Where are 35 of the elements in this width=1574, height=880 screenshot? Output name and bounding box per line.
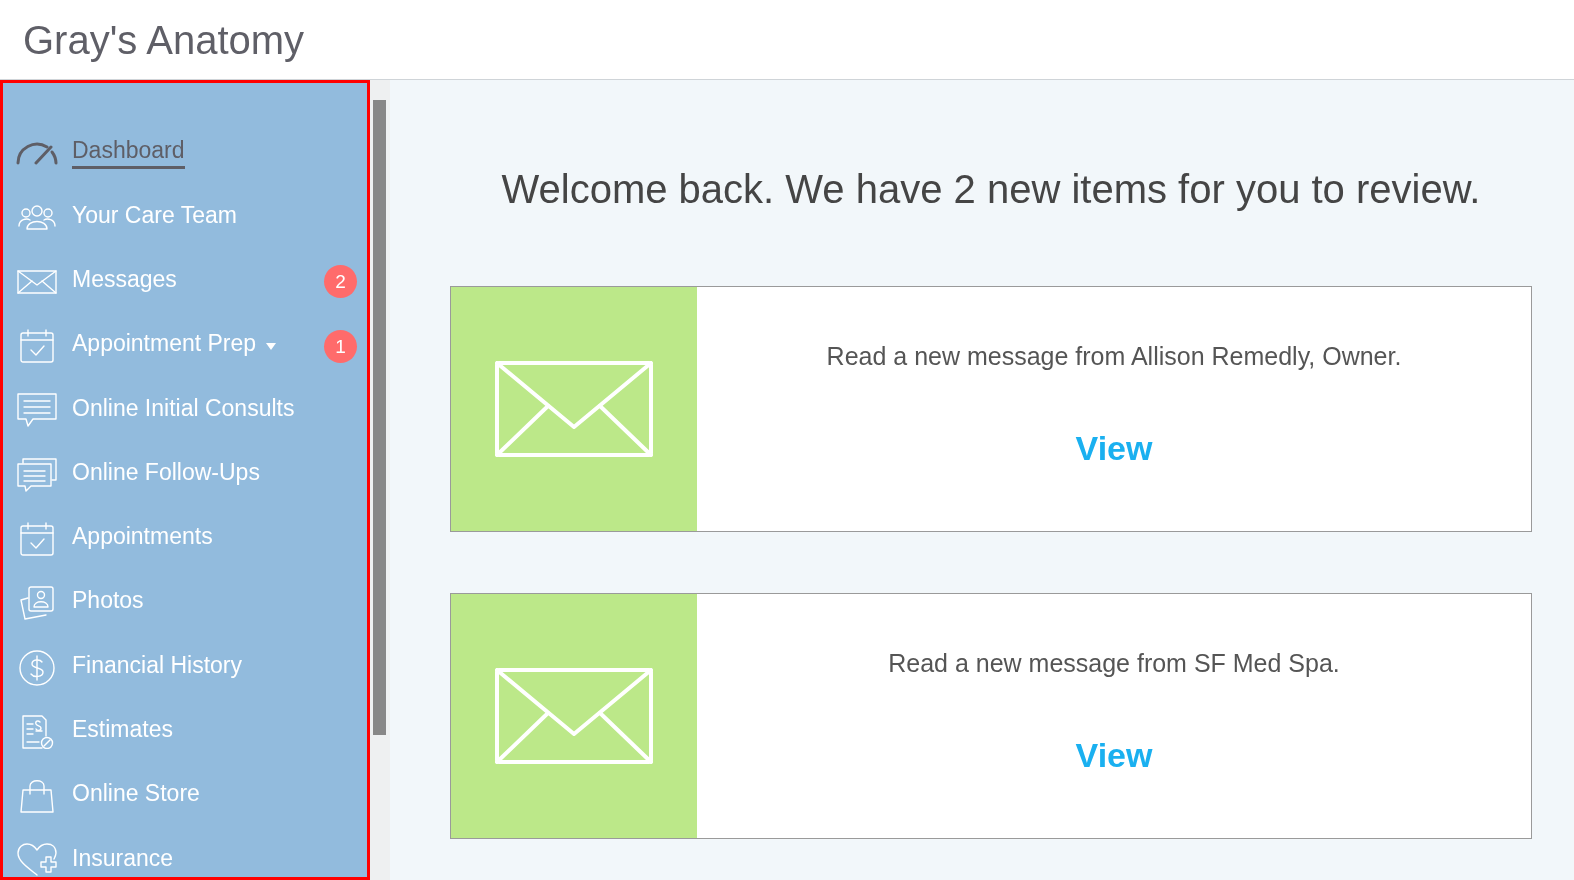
chat-bubble-icon xyxy=(17,393,57,428)
photo-cards-icon xyxy=(19,586,55,621)
invoice-icon xyxy=(20,714,54,749)
sidebar-link[interactable]: Estimates xyxy=(16,714,173,749)
sidebar-link[interactable]: Messages xyxy=(16,265,177,298)
chat-bubbles-icon xyxy=(17,457,57,492)
sidebar-link[interactable]: Dashboard xyxy=(16,137,185,169)
gauge-icon xyxy=(16,141,58,166)
envelope-icon xyxy=(495,361,653,457)
notification-count: 2 xyxy=(324,265,357,299)
sidebar-link[interactable]: Your Care Team xyxy=(16,201,237,234)
dollar-circle-icon xyxy=(19,649,55,686)
view-link[interactable]: View xyxy=(1075,428,1153,469)
calendar-check-icon xyxy=(20,521,54,556)
sidebar-link[interactable]: Financial History xyxy=(16,649,242,686)
sidebar-link[interactable]: Online Initial Consults xyxy=(16,393,295,428)
calendar-check-icon xyxy=(20,329,54,364)
sidebar-link[interactable]: Insurance xyxy=(16,843,173,878)
envelope-icon xyxy=(495,668,653,764)
heart-plus-icon xyxy=(17,843,57,878)
sidebar-link[interactable]: Photos xyxy=(16,586,144,621)
sidebar-link[interactable]: Appointment Prep xyxy=(16,329,277,364)
scrollbar-thumb[interactable] xyxy=(373,100,386,735)
sidebar-link[interactable]: Online Store xyxy=(16,779,200,814)
notification-count: 1 xyxy=(324,329,357,363)
message-text: Read a new message from SF Med Spa. xyxy=(888,648,1340,678)
people-icon xyxy=(18,204,56,231)
welcome-heading: Welcome back. We have 2 new items for you to review. xyxy=(500,166,1482,213)
view-link[interactable]: View xyxy=(1075,735,1153,776)
app-title: Gray's Anatomy xyxy=(23,17,305,62)
sidebar-link[interactable]: Appointments xyxy=(16,521,213,556)
sidebar-link[interactable]: Online Follow-Ups xyxy=(16,457,260,492)
shopping-bag-icon xyxy=(19,779,55,814)
message-text: Read a new message from Allison Remedly, Owner. xyxy=(826,341,1402,371)
envelope-icon xyxy=(17,269,57,294)
